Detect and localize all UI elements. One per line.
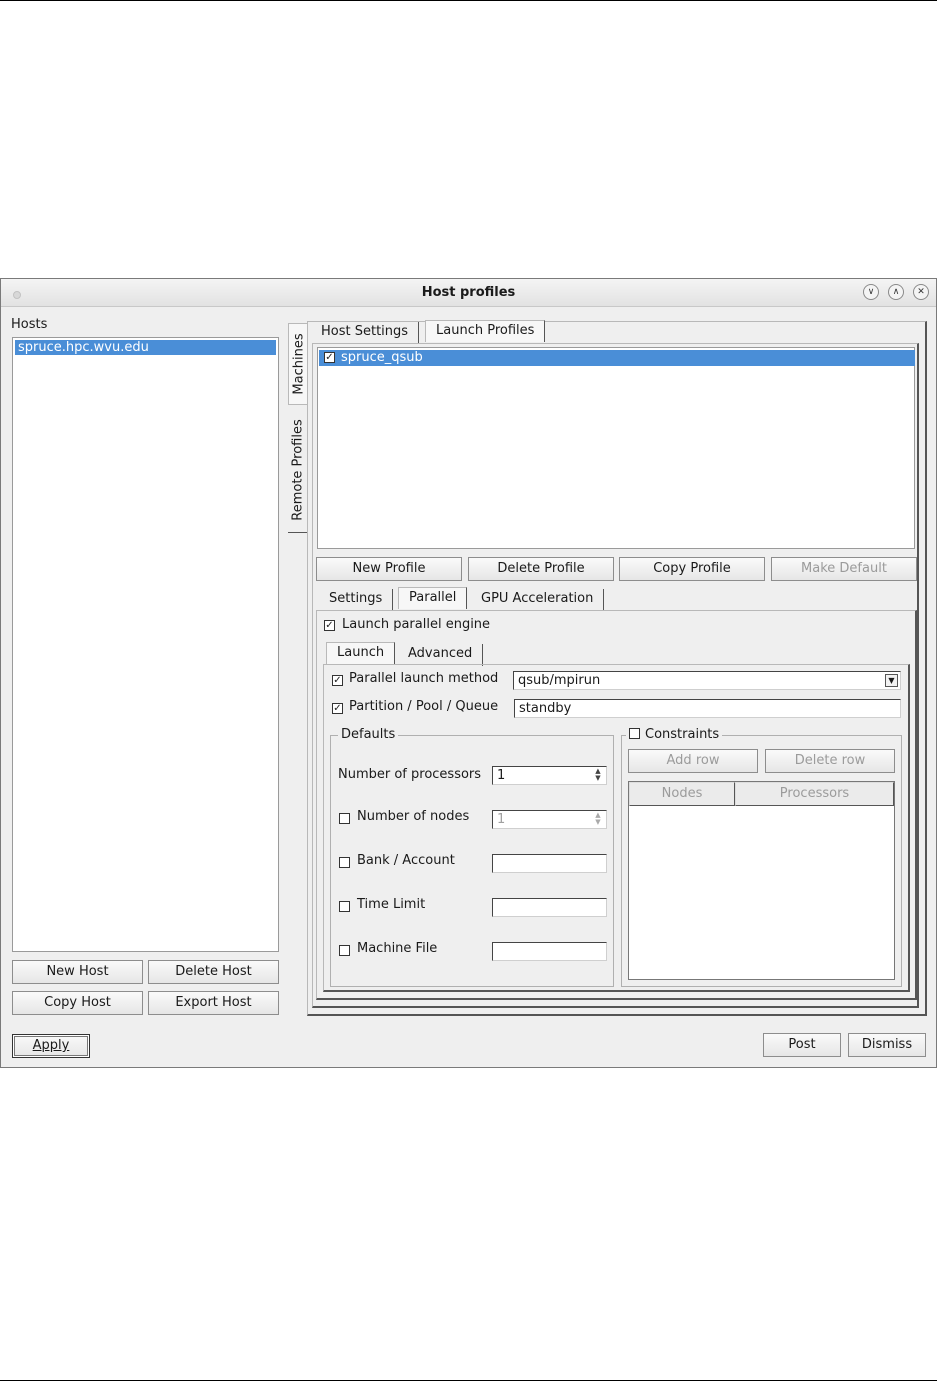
num-processors-value: 1 [497,768,506,783]
machine-file-checkbox[interactable] [339,945,350,956]
partition-label: Partition / Pool / Queue [349,699,499,714]
constraints-group-title: Constraints [626,727,723,742]
parallel-launch-method-checkbox[interactable]: ✓ [332,675,343,686]
tab-gpu-acceleration[interactable]: GPU Acceleration [471,589,605,611]
time-limit-label: Time Limit [357,897,426,912]
parallel-launch-method-select[interactable]: qsub/mpirun ▼ [513,671,901,690]
tab-host-settings[interactable]: Host Settings [311,322,420,344]
hosts-list[interactable]: spruce.hpc.wvu.edu [12,337,279,952]
export-host-button[interactable]: Export Host [148,991,279,1015]
title-bar: Host profiles ∨ ∧ ✕ [1,279,936,307]
num-nodes-checkbox[interactable] [339,813,350,824]
host-list-item[interactable]: spruce.hpc.wvu.edu [15,340,276,355]
constraints-table[interactable]: Nodes Processors [628,781,895,980]
profiles-list[interactable]: ✓ spruce_qsub [317,347,915,549]
constraints-checkbox[interactable] [629,728,640,739]
make-default-button[interactable]: Make Default [771,557,917,581]
bank-account-checkbox[interactable] [339,857,350,868]
tab-remote-profiles[interactable]: Remote Profiles [288,407,308,533]
delete-host-button[interactable]: Delete Host [148,960,279,984]
new-profile-button[interactable]: New Profile [316,557,462,581]
num-nodes-spinbox[interactable]: 1 ▲ ▼ [492,810,607,829]
tab-launch[interactable]: Launch [326,642,396,664]
tab-launch-profiles[interactable]: Launch Profiles [425,320,546,342]
time-limit-input[interactable] [492,898,607,917]
tab-remote-profiles-label: Remote Profiles [290,418,306,521]
maximize-icon[interactable]: ∧ [888,284,904,300]
num-processors-label: Number of processors [338,767,482,782]
hosts-label: Hosts [11,317,48,332]
launch-parallel-engine-checkbox[interactable]: ✓ [324,620,335,631]
launch-parallel-engine-label: Launch parallel engine [342,617,491,632]
window-title: Host profiles [421,285,516,300]
tab-settings[interactable]: Settings [319,589,394,611]
apply-button[interactable]: Apply [12,1034,90,1058]
nodes-column-header[interactable]: Nodes [629,782,735,806]
tab-machines[interactable]: Machines [288,323,308,405]
machine-file-label: Machine File [357,941,438,956]
num-nodes-label: Number of nodes [357,809,470,824]
partition-input[interactable]: standby [514,699,901,718]
host-profiles-window: Host profiles ∨ ∧ ✕ Hosts spruce.hpc.wvu… [0,278,937,1068]
num-nodes-value: 1 [497,812,506,827]
partition-checkbox[interactable]: ✓ [332,703,343,714]
delete-row-button[interactable]: Delete row [765,749,895,773]
page-bottom-rule [0,1380,937,1381]
processors-column-header[interactable]: Processors [735,782,894,806]
spinner-arrows-icon[interactable]: ▲ ▼ [591,768,605,783]
num-processors-spinbox[interactable]: 1 ▲ ▼ [492,766,607,785]
profile-list-item[interactable]: ✓ spruce_qsub [319,350,915,366]
defaults-group-title: Defaults [338,727,399,742]
tab-machines-label: Machines [291,333,306,395]
time-limit-checkbox[interactable] [339,901,350,912]
add-row-button[interactable]: Add row [628,749,758,773]
bank-account-input[interactable] [492,854,607,873]
post-button[interactable]: Post [763,1033,841,1057]
tab-parallel[interactable]: Parallel [398,587,468,609]
new-host-button[interactable]: New Host [12,960,143,984]
minimize-icon[interactable]: ∨ [863,284,879,300]
bank-account-label: Bank / Account [357,853,455,868]
parallel-launch-method-value: qsub/mpirun [518,673,601,688]
close-icon[interactable]: ✕ [913,284,929,300]
chevron-down-icon[interactable]: ▼ [885,674,898,687]
tab-advanced[interactable]: Advanced [398,644,484,666]
machine-file-input[interactable] [492,942,607,961]
parallel-launch-method-label: Parallel launch method [349,671,499,686]
constraints-label: Constraints [645,727,720,742]
dismiss-button[interactable]: Dismiss [848,1033,926,1057]
profile-name: spruce_qsub [341,350,423,365]
copy-profile-button[interactable]: Copy Profile [619,557,765,581]
spinner-arrows-icon[interactable]: ▲ ▼ [591,812,605,827]
profile-enabled-checkbox[interactable]: ✓ [324,352,335,363]
page-top-rule [0,0,937,1]
copy-host-button[interactable]: Copy Host [12,991,143,1015]
delete-profile-button[interactable]: Delete Profile [468,557,614,581]
